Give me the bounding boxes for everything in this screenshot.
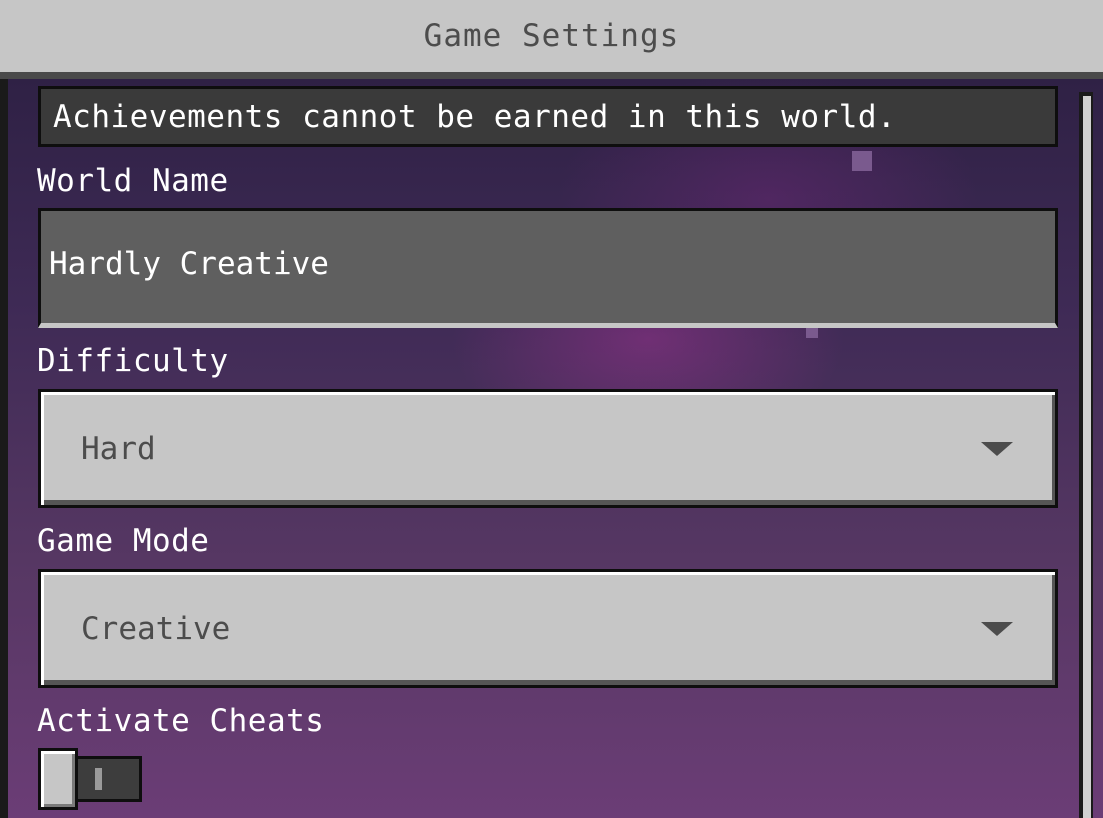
toggle-track[interactable] [68,756,142,802]
scrollbar-thumb[interactable] [1083,96,1091,818]
toggle-knob[interactable] [38,748,78,810]
achievements-notice-text: Achievements cannot be earned in this wo… [53,98,897,135]
title-bar-shadow [0,72,1103,79]
toggle-off-indicator [95,768,102,790]
difficulty-label: Difficulty [37,343,229,379]
chevron-down-icon [981,621,1013,636]
difficulty-selected: Hard [81,430,156,467]
game-mode-dropdown[interactable]: Creative [38,569,1058,688]
background-sparkle [806,328,818,338]
background-sparkle [852,151,872,171]
activate-cheats-toggle[interactable] [38,748,142,810]
activate-cheats-label: Activate Cheats [37,703,325,739]
difficulty-dropdown[interactable]: Hard [38,389,1058,508]
game-mode-label: Game Mode [37,523,210,559]
world-name-input[interactable]: Hardly Creative [38,208,1058,328]
world-name-label: World Name [37,163,229,199]
world-name-value: Hardly Creative [49,246,329,282]
achievements-notice: Achievements cannot be earned in this wo… [38,86,1058,147]
chevron-down-icon [981,441,1013,456]
title-bar: Game Settings [0,0,1103,72]
game-mode-selected: Creative [81,610,231,647]
page-title: Game Settings [423,18,680,54]
